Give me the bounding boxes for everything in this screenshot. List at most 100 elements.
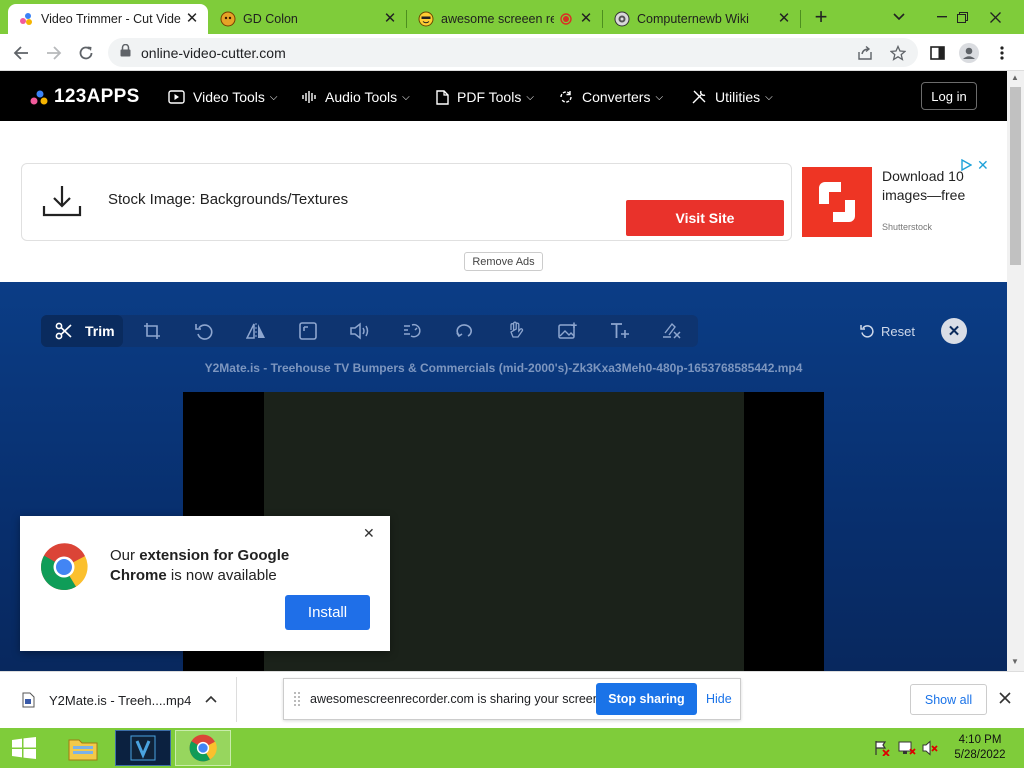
- rotate-icon[interactable]: [186, 315, 222, 347]
- close-tab-icon[interactable]: ✕: [382, 11, 398, 27]
- file-icon: [22, 692, 35, 713]
- add-image-icon[interactable]: [550, 315, 586, 347]
- nav-video-tools[interactable]: Video Tools ⌵: [168, 87, 277, 107]
- reload-icon[interactable]: [73, 40, 99, 66]
- ad-close-icon[interactable]: ✕: [977, 157, 989, 174]
- nav-audio-tools[interactable]: Audio Tools ⌵: [302, 87, 410, 107]
- tab-title: awesome screeen re: [441, 12, 554, 26]
- network-icon[interactable]: [898, 740, 916, 761]
- side-panel-icon[interactable]: [924, 40, 950, 66]
- stop-sharing-button[interactable]: Stop sharing: [596, 683, 697, 715]
- tab-search-icon[interactable]: [880, 0, 918, 34]
- logo-text: 123APPS: [54, 86, 140, 107]
- close-tab-icon[interactable]: ✕: [184, 11, 200, 27]
- emoji-favicon-icon: [418, 11, 434, 27]
- tab-video-trimmer[interactable]: Video Trimmer - Cut Vide ✕: [8, 4, 208, 34]
- new-tab-button[interactable]: +: [802, 0, 840, 34]
- ad-banner[interactable]: Stock Image: Backgrounds/Textures Visit …: [21, 163, 792, 241]
- show-all-button[interactable]: Show all: [910, 684, 987, 715]
- tab-title: GD Colon: [243, 12, 298, 26]
- url-text: online-video-cutter.com: [141, 44, 286, 61]
- chevron-down-icon: ⌵: [765, 91, 773, 103]
- action-center-flag-icon[interactable]: [874, 740, 890, 761]
- trim-button[interactable]: Trim: [41, 315, 123, 347]
- scroll-up-icon[interactable]: ▲: [1011, 73, 1019, 82]
- scissors-icon: [55, 322, 72, 340]
- scroll-down-icon[interactable]: ▼: [1011, 657, 1019, 666]
- close-window-icon[interactable]: [976, 0, 1014, 34]
- video-filename: Y2Mate.is - Treehouse TV Bumpers & Comme…: [204, 361, 803, 375]
- close-tab-icon[interactable]: ✕: [578, 11, 594, 27]
- chevron-down-icon: ⌵: [526, 91, 534, 103]
- chevron-up-icon[interactable]: [205, 690, 217, 708]
- audio-wave-icon: [302, 91, 316, 103]
- clock-date: 5/28/2022: [954, 749, 1006, 761]
- login-button[interactable]: Log in: [921, 82, 977, 110]
- logo-dots-icon: [30, 90, 48, 105]
- download-bar: Y2Mate.is - Treeh....mp4 awesomescreenre…: [0, 671, 1024, 728]
- loop-icon[interactable]: [446, 315, 482, 347]
- visit-site-button[interactable]: Visit Site: [626, 200, 784, 236]
- screen-share-bar: awesomescreenrecorder.com is sharing you…: [283, 678, 741, 720]
- reset-icon: [860, 325, 874, 338]
- forward-icon[interactable]: [41, 40, 67, 66]
- resize-icon[interactable]: [290, 315, 326, 347]
- address-bar[interactable]: online-video-cutter.com: [108, 38, 918, 67]
- shutterstock-logo-icon[interactable]: [802, 167, 872, 237]
- close-download-bar-icon[interactable]: [999, 691, 1011, 709]
- recording-indicator-icon: [558, 11, 574, 27]
- chevron-down-icon: ⌵: [269, 91, 278, 103]
- bookmark-star-icon[interactable]: [885, 40, 911, 66]
- tab-title: Computernewb Wiki: [637, 12, 749, 26]
- nav-pdf-tools[interactable]: PDF Tools ⌵: [436, 87, 534, 107]
- crop-icon[interactable]: [134, 315, 170, 347]
- reset-button[interactable]: Reset: [860, 321, 915, 341]
- back-icon[interactable]: [8, 40, 34, 66]
- gd-colon-favicon-icon: [220, 11, 236, 27]
- tab-awesome-screen-recorder[interactable]: awesome screeen re ✕: [408, 4, 602, 34]
- pdf-document-icon: [436, 89, 449, 105]
- add-text-icon[interactable]: [602, 315, 638, 347]
- system-clock[interactable]: 4:10 PM 5/28/2022: [950, 733, 1010, 763]
- popup-close-icon[interactable]: ✕: [363, 525, 375, 542]
- web-page: 123APPS Video Tools ⌵ Audio Tools ⌵ PDF To…: [0, 71, 1007, 671]
- tab-gd-colon[interactable]: GD Colon ✕: [210, 4, 406, 34]
- vmware-v-icon[interactable]: [115, 730, 171, 766]
- volume-muted-icon[interactable]: [922, 740, 940, 761]
- remove-ads-button[interactable]: Remove Ads: [464, 252, 543, 271]
- adchoices-icon[interactable]: [960, 158, 973, 176]
- nav-utilities[interactable]: Utilities ⌵: [691, 87, 773, 107]
- menu-kebab-icon[interactable]: [989, 40, 1015, 66]
- close-tab-icon[interactable]: ✕: [776, 11, 792, 27]
- remove-logo-icon[interactable]: [654, 315, 690, 347]
- tab-title: Video Trimmer - Cut Vide: [41, 12, 181, 26]
- drag-handle-icon[interactable]: [294, 692, 300, 706]
- start-windows-icon[interactable]: [0, 730, 48, 766]
- popup-message: Our extension for Google Chrome is now av…: [110, 547, 290, 584]
- nav-converters[interactable]: Converters ⌵: [558, 87, 663, 107]
- volume-icon[interactable]: [342, 315, 378, 347]
- nav-label: PDF Tools: [457, 89, 522, 105]
- profile-avatar-icon[interactable]: [956, 40, 982, 66]
- install-button[interactable]: Install: [285, 595, 370, 630]
- hide-button[interactable]: Hide: [706, 692, 732, 706]
- browser-toolbar: online-video-cutter.com: [0, 34, 1024, 71]
- nav-label: Audio Tools: [325, 89, 398, 105]
- editor-toolbar: Trim: [41, 315, 698, 347]
- close-editor-icon[interactable]: ✕: [941, 318, 967, 344]
- page-scrollbar[interactable]: ▲ ▼: [1007, 71, 1024, 671]
- clock-time: 4:10 PM: [958, 734, 1002, 746]
- share-icon[interactable]: [852, 40, 878, 66]
- download-filename[interactable]: Y2Mate.is - Treeh....mp4: [49, 693, 191, 708]
- chrome-taskbar-icon[interactable]: [175, 730, 231, 766]
- flip-icon[interactable]: [238, 315, 274, 347]
- file-explorer-icon[interactable]: [55, 730, 111, 766]
- stabilize-icon[interactable]: [498, 315, 534, 347]
- tab-computernewb-wiki[interactable]: Computernewb Wiki ✕: [604, 4, 800, 34]
- download-icon: [42, 184, 82, 225]
- chevron-down-icon: ⌵: [655, 91, 664, 103]
- scrollbar-thumb[interactable]: [1010, 87, 1021, 265]
- 123apps-favicon-icon: [18, 11, 34, 27]
- speed-icon[interactable]: [394, 315, 430, 347]
- 123apps-logo[interactable]: 123APPS: [30, 86, 140, 108]
